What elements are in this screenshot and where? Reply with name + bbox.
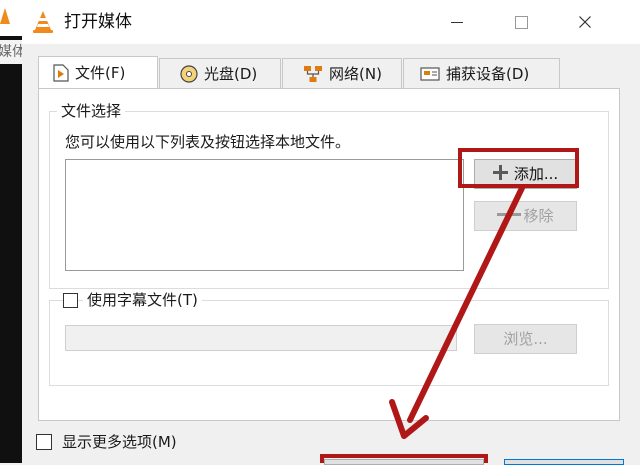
background-app-strip: 媒体 <box>0 0 22 463</box>
plus-icon <box>492 165 508 180</box>
close-icon <box>579 16 591 28</box>
more-options-label: 显示更多选项(M) <box>62 433 177 451</box>
disc-icon <box>180 64 198 83</box>
remove-file-button[interactable]: 移除 <box>474 201 577 231</box>
file-list[interactable] <box>65 159 464 271</box>
minimize-button[interactable] <box>434 0 480 44</box>
browse-button[interactable]: 浏览... <box>474 324 577 354</box>
tab-disc-label: 光盘(D) <box>204 65 258 83</box>
capture-card-icon <box>420 66 440 81</box>
background-app-text: 媒体 <box>0 40 22 64</box>
minimize-icon <box>451 21 463 23</box>
tab-network-label: 网络(N) <box>329 65 382 83</box>
file-selection-group-label: 文件选择 <box>57 102 126 120</box>
network-icon <box>304 65 322 82</box>
file-play-icon <box>53 63 69 82</box>
subtitle-checkbox-label: 使用字幕文件(T) <box>83 291 202 309</box>
add-file-button-label: 添加... <box>513 165 559 183</box>
more-options-checkbox[interactable] <box>36 434 52 450</box>
subtitle-path-field <box>65 325 457 351</box>
tab-capture-device[interactable]: 捕获设备(D) <box>403 58 560 88</box>
subtitle-checkbox[interactable] <box>63 293 78 308</box>
minus-icon <box>497 207 522 222</box>
vlc-cone-icon <box>33 11 53 33</box>
window-title: 打开媒体 <box>64 12 132 32</box>
maximize-button[interactable] <box>498 0 544 44</box>
cancel-button[interactable] <box>504 459 624 465</box>
tab-disc[interactable]: 光盘(D) <box>159 58 281 88</box>
background-app-titlebar <box>0 0 22 36</box>
file-tab-panel: 文件选择 您可以使用以下列表及按钮选择本地文件。 添加... 移除 使用字幕文件… <box>38 88 620 421</box>
add-file-button[interactable]: 添加... <box>474 159 577 189</box>
tab-network[interactable]: 网络(N) <box>282 58 402 88</box>
tab-capture-device-label: 捕获设备(D) <box>446 65 530 83</box>
close-button[interactable] <box>562 0 608 44</box>
file-selection-hint: 您可以使用以下列表及按钮选择本地文件。 <box>65 133 351 151</box>
maximize-icon <box>514 15 528 29</box>
vlc-cone-icon <box>0 8 10 24</box>
open-media-dialog: 打开媒体 文件(F) 光盘(D) 网络(N) 捕获设备(D) 文件选择 您可以使… <box>22 0 640 465</box>
tab-file[interactable]: 文件(F) <box>38 56 158 88</box>
remove-file-button-label: 移除 <box>523 207 554 225</box>
play-button[interactable] <box>324 459 484 465</box>
title-bar: 打开媒体 <box>22 0 640 44</box>
tab-file-label: 文件(F) <box>75 64 126 82</box>
